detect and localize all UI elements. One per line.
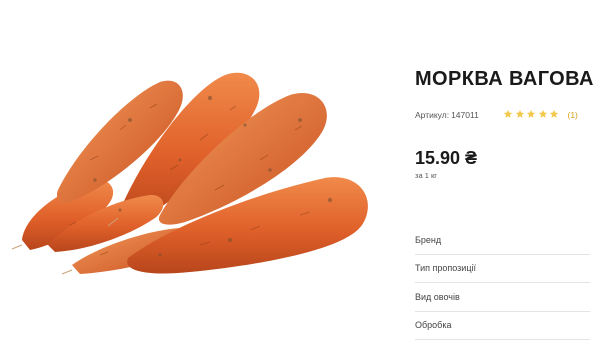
property-row[interactable]: Обробка [415,312,590,340]
property-label: Тип пропозиції [415,263,476,274]
property-row[interactable]: Вид овочів [415,283,590,312]
star-icon [515,109,524,118]
property-row[interactable]: Тип пропозиції [415,255,590,283]
sku-value: 147011 [451,110,479,120]
properties-list: Бренд Тип пропозиції Вид овочів Обробка [415,226,590,340]
property-label: Обробка [415,320,452,331]
star-icon [538,109,547,118]
product-price: 15.90 ₴ [415,148,478,168]
product-image [0,50,400,300]
sku-label: Артикул: [415,110,450,120]
carrots-image [11,72,368,275]
rating[interactable]: (1) [503,108,578,122]
star-icon [549,109,559,118]
product-title: МОРКВА ВАГОВА [415,68,594,90]
star-icon [503,109,513,118]
property-row[interactable]: Бренд [415,226,590,255]
meta-row: Артикул: 147011 (1) [415,108,590,122]
price-unit: за 1 кг [415,171,437,180]
rating-stars [503,106,561,124]
property-label: Вид овочів [415,291,460,302]
product-info: МОРКВА ВАГОВА Артикул: 147011 (1) 15.90 ₴… [415,0,593,355]
property-label: Бренд [415,234,442,245]
star-icon [526,109,536,118]
sku: Артикул: 147011 [415,110,481,120]
rating-count[interactable]: (1) [568,110,578,120]
